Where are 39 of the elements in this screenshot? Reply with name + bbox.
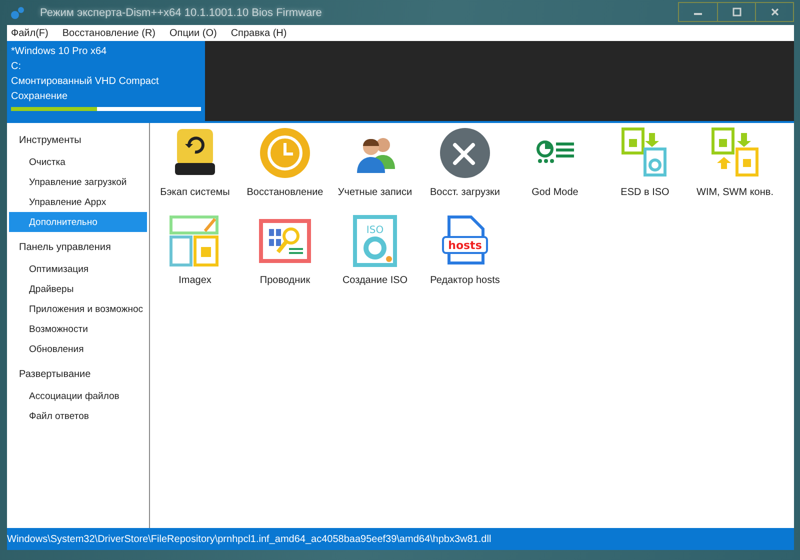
- tool-button[interactable]: Imagex: [150, 215, 240, 303]
- tool-button[interactable]: Проводник: [240, 215, 330, 303]
- sidebar-item[interactable]: Драйверы: [9, 279, 147, 299]
- operation-label: Сохранение: [11, 91, 69, 103]
- menu-item[interactable]: Файл(F): [11, 28, 48, 38]
- menu-item[interactable]: Восстановление (R): [62, 28, 156, 38]
- tool-button[interactable]: ISO Создание ISO: [330, 215, 420, 303]
- tool-button[interactable]: WIM, SWM конв.: [690, 127, 780, 215]
- tool-button[interactable]: Восст. загрузки: [420, 127, 510, 215]
- sidebar-item[interactable]: Оптимизация: [9, 259, 147, 279]
- sidebar-group: Панель управления: [7, 238, 149, 259]
- maximize-icon: [732, 7, 742, 17]
- sidebar-item[interactable]: Файл ответов: [9, 406, 147, 426]
- close-icon: [770, 7, 780, 17]
- sidebar-item[interactable]: Приложения и возможнос: [9, 299, 147, 319]
- conversion-icon: [709, 127, 761, 179]
- tool-button[interactable]: hosts Редактор hosts: [420, 215, 510, 303]
- sidebar-item[interactable]: Ассоциации файлов: [9, 386, 147, 406]
- file-path: Windows\System32\DriverStore\FileRepository\prnhpcl1.inf_amd64_ac4058baa95eef39\amd64\hpbx3w81.dll: [7, 534, 492, 544]
- panels-icon: [169, 215, 221, 267]
- menu-item[interactable]: Справка (H): [230, 28, 287, 38]
- tool-button[interactable]: Восстановление: [240, 127, 330, 215]
- window-title: Режим эксперта-Dism++x64 10.1.1001.10 Bios Firmware: [40, 6, 322, 18]
- tool-button[interactable]: ESD в ISO: [600, 127, 690, 215]
- image-state: Смонтированный VHD Compact: [11, 76, 160, 88]
- sidebar-group: Инструменты: [7, 131, 149, 152]
- sidebar-item[interactable]: Управление Appx: [9, 192, 147, 212]
- clock-icon: [259, 127, 311, 179]
- sidebar-item[interactable]: Управление загрузкой: [9, 172, 147, 192]
- menu-item[interactable]: Опции (O): [170, 28, 217, 38]
- drive-label: C:: [11, 61, 22, 73]
- tool-button[interactable]: Бэкап системы: [150, 127, 240, 215]
- sidebar-group: Развертывание: [7, 365, 149, 386]
- tool-button[interactable]: God Mode: [510, 127, 600, 215]
- sidebar-item[interactable]: Очистка: [9, 152, 147, 172]
- tool-button[interactable]: Учетные записи: [330, 127, 420, 215]
- sidebar-item[interactable]: Возможности: [9, 319, 147, 339]
- image-name: *Windows 10 Pro x64: [11, 46, 108, 58]
- sidebar-item[interactable]: Обновления: [9, 339, 147, 359]
